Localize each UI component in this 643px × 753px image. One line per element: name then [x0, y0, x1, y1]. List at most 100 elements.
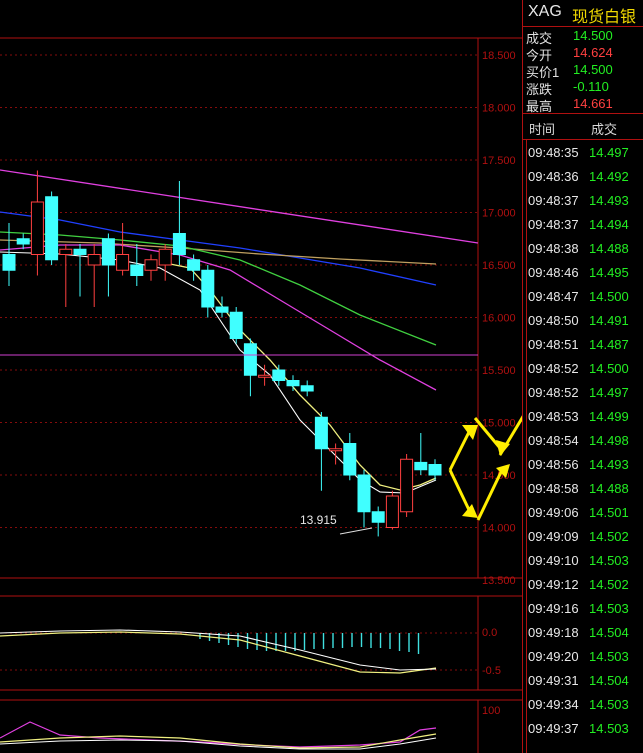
tick-time: 09:48:56 [528, 457, 579, 472]
tick-time: 09:48:52 [528, 361, 579, 376]
indicator1-neg-label: -0.5 [482, 665, 501, 677]
tick-row: 09:49:10 14.503 [523, 549, 643, 573]
kline-chart[interactable]: 18.500 18.000 17.500 17.000 16.500 16.000 15.5… [0, 0, 522, 753]
tick-price: 14.497 [589, 385, 629, 400]
tick-row: 09:48:56 14.493 [523, 453, 643, 477]
candle [243, 338, 257, 397]
price-tick-label: 15.000 [482, 418, 516, 430]
indicator-2-panel: 100 [0, 700, 500, 753]
tick-price: 14.503 [589, 697, 629, 712]
tick-price: 14.498 [589, 433, 629, 448]
tick-price: 14.503 [589, 649, 629, 664]
price-tick-label: 16.000 [482, 313, 516, 325]
tick-time: 09:48:46 [528, 265, 579, 280]
tick-row: 09:49:37 14.503 [523, 717, 643, 741]
tick-price: 14.488 [589, 241, 629, 256]
quote-row-last: 成交 14.500 [523, 27, 643, 46]
indicator1-zero-label: 0.0 [482, 627, 497, 639]
axis-label-13500: 13.500 [482, 575, 516, 587]
candle [130, 244, 144, 286]
quote-value: 14.500 [573, 62, 613, 77]
tick-price: 14.499 [589, 409, 629, 424]
tick-time: 09:49:06 [528, 505, 579, 520]
tick-row: 09:49:34 14.503 [523, 693, 643, 717]
tick-time: 09:49:12 [528, 577, 579, 592]
tick-row: 09:48:52 14.500 [523, 357, 643, 381]
tick-time: 09:48:47 [528, 289, 579, 304]
tick-price: 14.500 [589, 289, 629, 304]
quote-row-change: 涨跌 -0.110 [523, 78, 643, 97]
quote-value: -0.110 [573, 79, 609, 94]
tick-time: 09:48:54 [528, 433, 579, 448]
tick-price: 14.492 [589, 169, 629, 184]
indicator2-top-label: 100 [482, 705, 500, 717]
quote-panel: XAG 现货白银 成交 14.500 今开 14.624 买价1 14.500 … [523, 0, 643, 753]
price-tick-label: 17.500 [482, 155, 516, 167]
candle [158, 244, 172, 281]
candle [371, 506, 385, 537]
tick-price: 14.491 [589, 313, 629, 328]
tick-price: 14.502 [589, 529, 629, 544]
tick-row: 09:48:52 14.497 [523, 381, 643, 405]
quote-row-open: 今开 14.624 [523, 44, 643, 63]
tick-price: 14.494 [589, 217, 629, 232]
tick-row: 09:49:16 14.503 [523, 597, 643, 621]
tick-time: 09:49:10 [528, 553, 579, 568]
tick-time: 09:48:53 [528, 409, 579, 424]
min-price-label: 13.915 [300, 513, 337, 527]
tick-row: 09:48:46 14.495 [523, 261, 643, 285]
tick-price: 14.504 [589, 625, 629, 640]
tick-time: 09:49:16 [528, 601, 579, 616]
tick-price: 14.493 [589, 457, 629, 472]
quote-row-high: 最高 14.661 [523, 95, 643, 114]
price-axis-labels: 18.500 18.000 17.500 17.000 16.500 16.000 15.5… [482, 50, 516, 535]
price-tick-label: 16.500 [482, 260, 516, 272]
tick-row: 09:48:53 14.499 [523, 405, 643, 429]
candle [59, 244, 73, 307]
price-tick-label: 18.000 [482, 103, 516, 115]
tick-row: 09:48:38 14.488 [523, 237, 643, 261]
candle [300, 380, 314, 397]
tick-row: 09:49:06 14.501 [523, 501, 643, 525]
tick-time: 09:48:36 [528, 169, 579, 184]
price-tick-label: 14.000 [482, 523, 516, 535]
tick-price: 14.502 [589, 577, 629, 592]
tick-price: 14.495 [589, 265, 629, 280]
tick-price: 14.503 [589, 721, 629, 736]
candle [258, 364, 272, 386]
candle [357, 469, 371, 528]
tick-time: 09:48:37 [528, 193, 579, 208]
tick-time: 09:49:18 [528, 625, 579, 640]
tick-row: 09:48:54 14.498 [523, 429, 643, 453]
tick-price: 14.503 [589, 601, 629, 616]
min-marker: 13.915 [300, 513, 373, 535]
quote-value: 14.661 [573, 96, 613, 111]
col-time: 时间 [529, 122, 556, 137]
candle [286, 375, 300, 391]
tick-row: 09:48:51 14.487 [523, 333, 643, 357]
candle [428, 459, 442, 481]
tick-row: 09:48:36 14.492 [523, 165, 643, 189]
tick-row: 09:49:20 14.503 [523, 645, 643, 669]
tick-row: 09:48:47 14.500 [523, 285, 643, 309]
instrument-header: XAG 现货白银 [523, 0, 643, 27]
candlestick-series [2, 170, 442, 537]
tick-price: 14.501 [589, 505, 629, 520]
tick-time: 09:48:51 [528, 337, 579, 352]
tick-row: 09:48:37 14.493 [523, 189, 643, 213]
candle [45, 191, 59, 265]
instrument-code: XAG [528, 3, 562, 20]
candle [144, 254, 158, 281]
candle [73, 244, 87, 297]
tick-time: 09:48:35 [528, 145, 579, 160]
tick-price: 14.493 [589, 193, 629, 208]
tick-row: 09:49:09 14.502 [523, 525, 643, 549]
instrument-name: 现货白银 [572, 9, 637, 26]
tick-row: 09:48:50 14.491 [523, 309, 643, 333]
tick-time: 09:49:34 [528, 697, 579, 712]
candle [201, 265, 215, 318]
price-tick-label: 17.000 [482, 208, 516, 220]
tick-time: 09:48:52 [528, 385, 579, 400]
tick-time: 09:48:58 [528, 481, 579, 496]
tick-time: 09:49:09 [528, 529, 579, 544]
